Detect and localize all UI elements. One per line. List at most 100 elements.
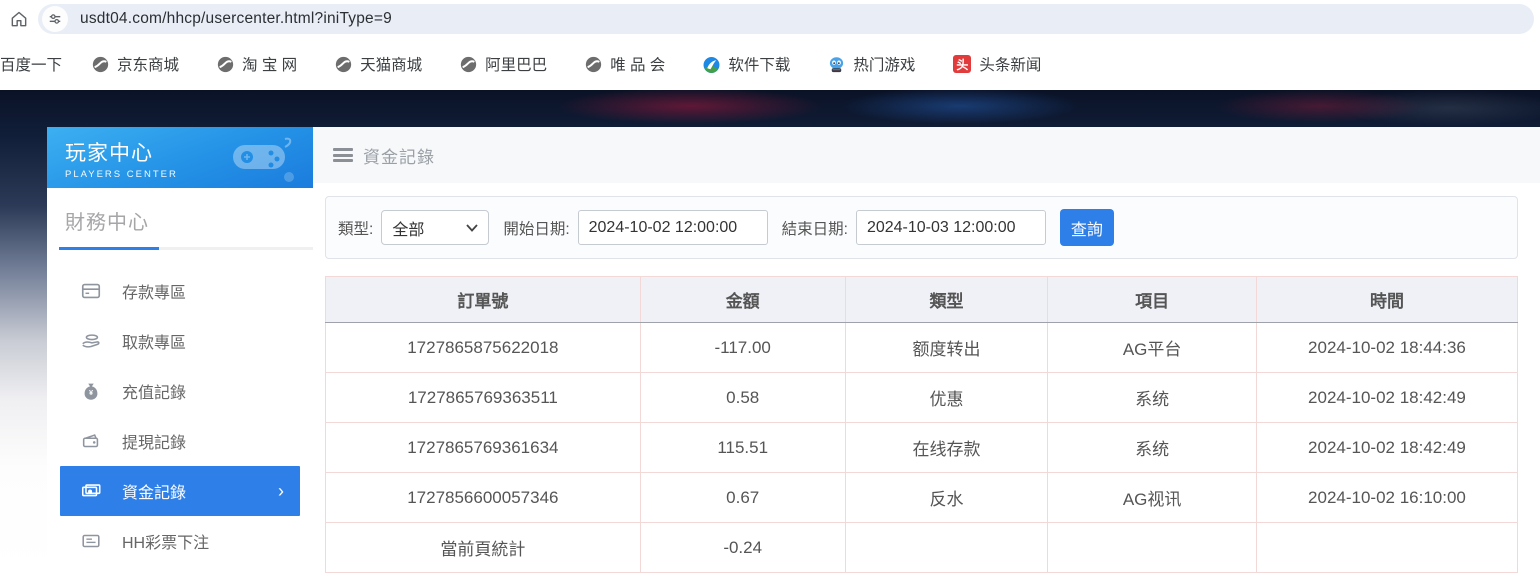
cell-time: 2024-10-02 18:42:49 [1256, 372, 1518, 423]
funds-table: 訂單號 金額 類型 項目 時間 1727865875622018 -117.00… [325, 276, 1518, 573]
bookmark-label: 热门游戏 [853, 57, 916, 74]
bookmark-tmall[interactable]: 天猫商城 [335, 53, 422, 75]
end-date-input[interactable] [855, 210, 1046, 246]
sidebar-item-label: 存款專區 [122, 285, 187, 302]
table-row: 1727865875622018 -117.00 额度转出 AG平台 2024-… [325, 322, 1518, 373]
bookmark-baidu[interactable]: 百度一下 [0, 53, 62, 75]
cell-summary-amount: -0.24 [640, 522, 846, 573]
sidebar-item-lottery-bets[interactable]: HH彩票下注 [47, 516, 313, 566]
cell-amount: 115.51 [640, 422, 846, 473]
sidebar-item-withdraw-record[interactable]: 提現記錄 [47, 416, 313, 466]
address-bar[interactable]: usdt04.com/hhcp/usercenter.html?iniType=… [38, 4, 1534, 34]
end-date-label: 結束日期: [781, 220, 848, 238]
cell-type: 在线存款 [845, 422, 1049, 473]
cell-item: 系统 [1047, 422, 1257, 473]
bookmark-alibaba[interactable]: 阿里巴巴 [460, 53, 547, 75]
ticket-icon [80, 530, 102, 552]
bookmark-label: 唯 品 会 [610, 57, 666, 74]
bookmark-label: 百度一下 [0, 57, 63, 74]
bookmark-label: 软件下载 [728, 57, 791, 74]
wallet-icon [80, 430, 102, 452]
table-row: 1727865769361634 115.51 在线存款 系统 2024-10-… [325, 422, 1518, 473]
cell-order-no: 1727865769361634 [325, 422, 641, 473]
globe-icon [217, 56, 234, 73]
table-summary-row: 當前頁統計 -0.24 [325, 522, 1518, 573]
bookmark-games[interactable]: 热门游戏 [828, 53, 915, 75]
finance-section: 財務中心 [47, 188, 313, 250]
bookmark-label: 天猫商城 [360, 57, 423, 74]
moneybag-icon: ¥ [80, 380, 102, 402]
bookmark-taobao[interactable]: 淘 宝 网 [217, 53, 297, 75]
table-row: 1727865769363511 0.58 优惠 系统 2024-10-02 1… [325, 372, 1518, 423]
cell-order-no: 1727865875622018 [325, 322, 641, 373]
sidebar-item-label: 資金記錄 [122, 485, 187, 502]
chevron-right-icon: › [278, 480, 284, 501]
main-header: 資金記錄 [313, 127, 1540, 184]
hamburger-icon[interactable] [333, 148, 353, 163]
bookmark-vip[interactable]: 唯 品 会 [585, 53, 665, 75]
cell-item: AG平台 [1047, 322, 1257, 373]
sidebar-item-deposit[interactable]: 存款專區 [47, 266, 313, 316]
withdraw-hand-icon [80, 330, 102, 352]
col-header-type: 類型 [845, 276, 1049, 323]
banknotes-icon [80, 480, 102, 502]
type-select-value: 全部 [392, 221, 425, 239]
filter-bar: 類型: 全部 開始日期: 結束日期: 查詢 [325, 196, 1518, 259]
sidebar-item-recharge-record[interactable]: ¥ 充值記錄 [47, 366, 313, 416]
cell-time: 2024-10-02 18:44:36 [1256, 322, 1518, 373]
sidebar: 玩家中心 PLAYERS CENTER 財務中心 存款專區 取款專區 ¥ 充值記… [47, 127, 313, 573]
cell-item: AG视讯 [1047, 472, 1257, 523]
page-title: 資金記錄 [363, 147, 435, 167]
cell-empty [1256, 522, 1518, 573]
sidebar-item-label: 取款專區 [122, 335, 187, 352]
sidebar-item-label: 充值記錄 [122, 385, 187, 402]
user-center-panel: 玩家中心 PLAYERS CENTER 財務中心 存款專區 取款專區 ¥ 充值記… [47, 127, 1540, 573]
cell-time: 2024-10-02 18:42:49 [1256, 422, 1518, 473]
col-header-time: 時間 [1256, 276, 1518, 323]
bookmark-label: 阿里巴巴 [485, 57, 548, 74]
globe-icon [335, 56, 352, 73]
main-content: 資金記錄 類型: 全部 開始日期: 結束日期: 查詢 訂單號 [313, 127, 1540, 573]
tune-icon [49, 14, 61, 24]
search-button[interactable]: 查詢 [1059, 209, 1114, 247]
cell-time: 2024-10-02 16:10:00 [1256, 472, 1518, 523]
cell-order-no: 1727865769363511 [325, 372, 641, 423]
cell-empty [1047, 522, 1257, 573]
sidebar-item-label: 提現記錄 [122, 435, 187, 452]
start-date-label: 開始日期: [503, 220, 570, 238]
url-text[interactable]: usdt04.com/hhcp/usercenter.html?iniType=… [80, 10, 392, 28]
site-info-button[interactable] [42, 6, 68, 32]
globe-icon [585, 56, 602, 73]
home-button[interactable] [0, 2, 38, 36]
bookmark-label: 头条新闻 [979, 57, 1042, 74]
col-header-item: 項目 [1047, 276, 1257, 323]
cell-empty [845, 522, 1049, 573]
cell-type: 额度转出 [845, 322, 1049, 373]
type-select[interactable]: 全部 [381, 210, 490, 246]
funds-table-wrap: 訂單號 金額 類型 項目 時間 1727865875622018 -117.00… [325, 276, 1518, 573]
col-header-amount: 金額 [640, 276, 846, 323]
bookmark-label: 淘 宝 网 [242, 57, 298, 74]
cell-type: 优惠 [845, 372, 1049, 423]
sidebar-item-funds-record[interactable]: 資金記錄 › [60, 466, 300, 516]
cell-item: 系统 [1047, 372, 1257, 423]
globe-icon [92, 56, 109, 73]
bookmark-software[interactable]: 软件下载 [703, 53, 790, 75]
bookmark-toutiao[interactable]: 头 头条新闻 [953, 53, 1041, 75]
software-download-icon [703, 56, 720, 73]
section-divider [59, 247, 313, 250]
bookmarks-bar: 百度一下 京东商城 淘 宝 网 天猫商城 阿里巴巴 唯 品 会 软件下载 热门游… [0, 38, 1540, 90]
cell-amount: 0.67 [640, 472, 846, 523]
bookmark-jd[interactable]: 京东商城 [92, 53, 179, 75]
cell-summary-label: 當前頁統計 [325, 522, 641, 573]
cell-type: 反水 [845, 472, 1049, 523]
game-mascot-icon [828, 56, 845, 73]
cell-order-no: 1727856600057346 [325, 472, 641, 523]
table-row: 1727856600057346 0.67 反水 AG视讯 2024-10-02… [325, 472, 1518, 523]
cell-amount: -117.00 [640, 322, 846, 373]
sidebar-menu: 存款專區 取款專區 ¥ 充值記錄 提現記錄 資金記錄 › HH彩票下注 [47, 266, 313, 566]
sidebar-item-withdraw[interactable]: 取款專區 [47, 316, 313, 366]
browser-toolbar: usdt04.com/hhcp/usercenter.html?iniType=… [0, 0, 1540, 38]
gamepad-icon [233, 137, 294, 182]
start-date-input[interactable] [577, 210, 768, 246]
